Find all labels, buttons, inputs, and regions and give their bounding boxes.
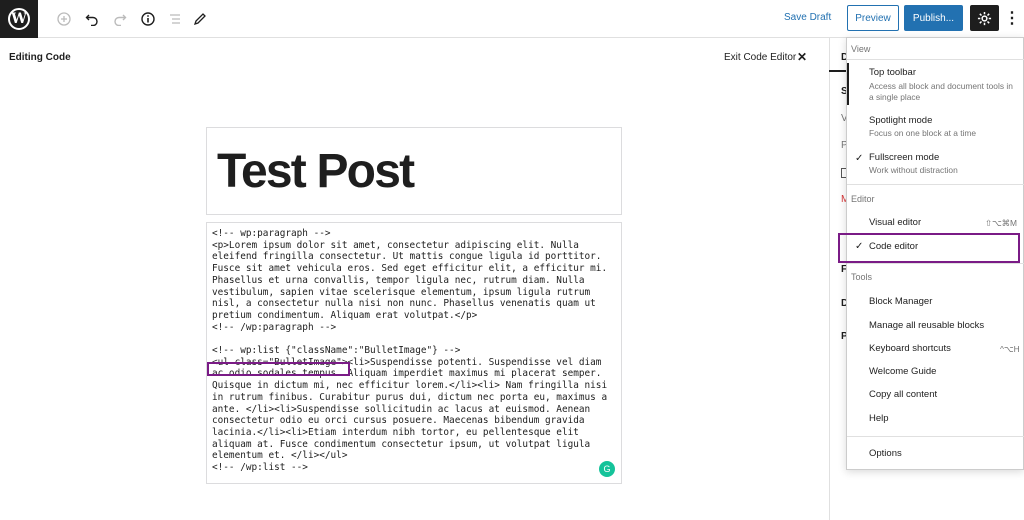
redo-icon[interactable] [110,9,130,29]
menu-item-keyboard-shortcuts[interactable]: Keyboard shortcuts [869,343,951,354]
wordpress-editor: W Save Draft Preview Publish... ⋮ Editin… [0,0,1024,520]
publish-button[interactable]: Publish... [904,5,963,31]
menu-item-manage-reusable-blocks[interactable]: Manage all reusable blocks [869,320,984,331]
code-content: <!-- wp:paragraph --> <p>Lorem ipsum dol… [212,228,608,474]
close-icon[interactable]: ✕ [797,50,807,64]
menu-group-tools: Tools [851,272,873,282]
menu-divider [847,184,1024,185]
menu-divider [847,59,1024,60]
menu-shortcut: ⇧⌥⌘M [985,218,1018,228]
grammarly-icon[interactable]: G [599,461,615,477]
menu-item-description: Access all block and document tools in a… [869,81,1013,102]
menu-item-options[interactable]: Options [869,448,902,459]
menu-divider [847,263,1024,264]
menu-item-welcome-guide[interactable]: Welcome Guide [869,366,936,377]
post-title: Test Post [217,145,415,198]
edit-tools-icon[interactable] [190,9,210,29]
preview-button[interactable]: Preview [847,5,899,31]
undo-icon[interactable] [82,9,102,29]
menu-item-code-editor-highlight [838,233,1020,263]
menu-item-title: Top toolbar [869,67,917,78]
menu-item-description: Work without distraction [869,165,958,175]
wordpress-logo-icon[interactable]: W [0,0,38,38]
exit-code-editor-button[interactable]: Exit Code Editor [724,52,796,63]
menu-item-help[interactable]: Help [869,413,889,424]
sidebar-tab-underline [829,70,847,72]
menu-group-editor: Editor [851,194,875,204]
menu-item-fullscreen-mode[interactable]: Fullscreen mode [869,152,939,163]
menu-shortcut: ^⌥H [1000,344,1020,354]
save-draft-button[interactable]: Save Draft [784,12,831,23]
menu-item-spotlight-mode[interactable]: Spotlight mode [869,115,932,126]
code-editor-textarea[interactable]: <!-- wp:paragraph --> <p>Lorem ipsum dol… [206,222,622,484]
menu-divider [847,436,1024,437]
menu-item-copy-all-content[interactable]: Copy all content [869,389,937,400]
post-title-field[interactable]: Test Post [206,127,622,215]
editing-code-label: Editing Code [9,52,71,63]
menu-group-view: View [851,44,871,54]
list-view-icon[interactable] [165,9,185,29]
info-icon[interactable] [138,9,158,29]
check-icon: ✓ [855,153,864,164]
menu-item-block-manager[interactable]: Block Manager [869,296,932,307]
add-block-icon[interactable] [54,9,74,29]
menu-item-code-editor[interactable]: Code editor [869,241,918,252]
check-icon: ✓ [855,241,864,252]
settings-gear-icon[interactable] [970,5,999,31]
top-toolbar: W Save Draft Preview Publish... ⋮ [0,0,1024,38]
menu-item-description: Focus on one block at a time [869,128,977,138]
more-options-icon[interactable]: ⋮ [1004,5,1020,31]
menu-item-visual-editor[interactable]: Visual editor [869,217,921,228]
wordpress-logo-letter: W [8,8,30,30]
